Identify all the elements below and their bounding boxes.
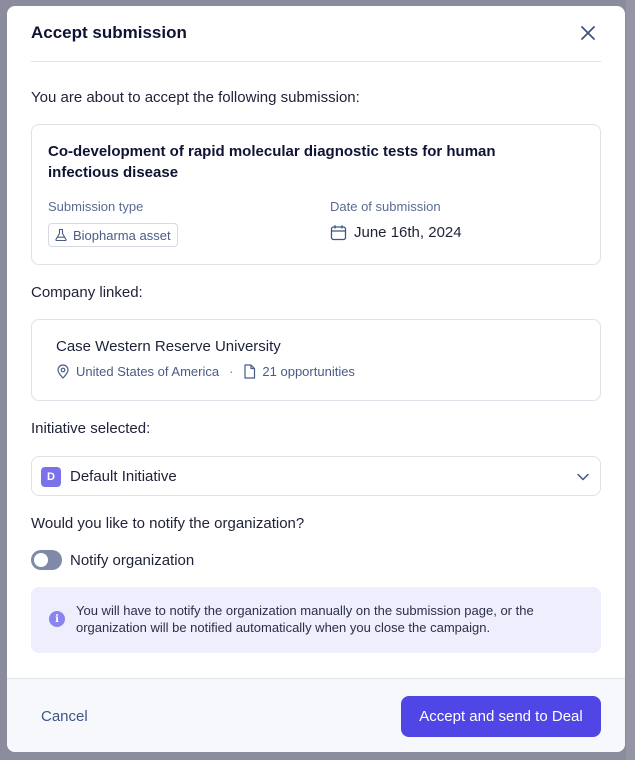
company-meta: United States of America · 21 opportunit… [56,364,355,379]
initiative-select[interactable]: D Default Initiative [31,456,601,496]
background-scrollbar [626,0,635,760]
modal-title: Accept submission [31,23,187,42]
info-text: You will have to notify the organization… [76,603,534,635]
notify-toggle[interactable] [31,550,62,570]
chevron-down-icon [577,473,589,481]
company-section-label: Company linked: [31,284,143,301]
close-button[interactable] [575,20,601,46]
submission-type-label: Submission type [48,199,144,214]
intro-text: You are about to accept the following su… [31,89,360,106]
close-icon [581,26,595,40]
map-pin-icon [57,364,69,379]
initiative-selected-value: Default Initiative [70,468,177,485]
info-banner: i You will have to notify the organizati… [31,587,601,653]
file-icon [244,364,256,379]
submission-date-label: Date of submission [330,199,441,214]
accept-submission-modal: Accept submission You are about to accep… [7,6,625,752]
toggle-knob [34,553,48,567]
submission-type-chip: Biopharma asset [48,223,178,247]
initiative-section-label: Initiative selected: [31,420,151,437]
company-location: United States of America [76,364,220,379]
modal-footer: Cancel Accept and send to Deal [7,678,625,752]
submission-type-value: Biopharma asset [73,227,171,243]
company-card: Case Western Reserve University United S… [31,319,601,401]
accept-send-to-deal-button[interactable]: Accept and send to Deal [401,696,601,737]
modal-header: Accept submission [7,6,625,62]
flask-icon [55,228,67,242]
header-divider [31,61,601,62]
company-opportunities: 21 opportunities [262,364,355,379]
initiative-badge: D [41,467,61,487]
notify-question: Would you like to notify the organizatio… [31,515,305,532]
submission-title: Co-development of rapid molecular diagno… [48,143,496,181]
company-name: Case Western Reserve University [56,338,281,355]
submission-card: Co-development of rapid molecular diagno… [31,124,601,265]
submission-date: June 16th, 2024 [330,224,462,241]
submission-date-value: June 16th, 2024 [354,224,462,241]
info-icon: i [49,611,65,627]
calendar-icon [330,225,347,241]
notify-toggle-label[interactable]: Notify organization [70,552,194,569]
cancel-button[interactable]: Cancel [41,708,88,725]
meta-separator: · [229,364,234,379]
